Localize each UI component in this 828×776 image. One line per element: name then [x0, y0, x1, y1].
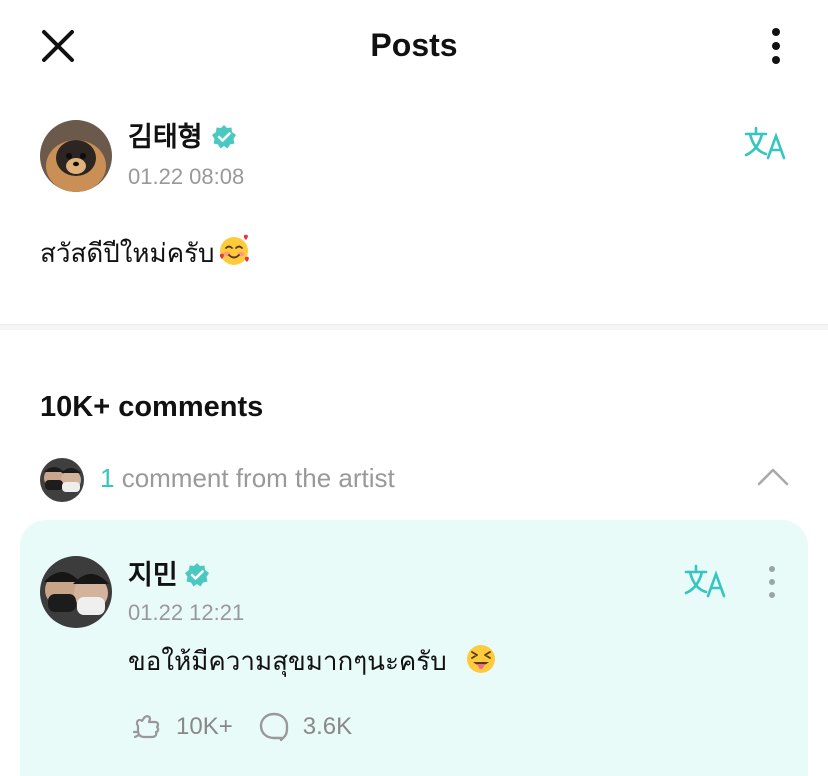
reply-count: 3.6K: [302, 713, 353, 740]
commenter-name[interactable]: 지민: [128, 560, 178, 590]
artist-comment-count: 1: [100, 463, 115, 493]
artist-comments-toggle[interactable]: 1 comment from the artist: [40, 456, 792, 502]
page-title: Posts: [370, 27, 458, 63]
comment-bubble-icon: [259, 712, 288, 742]
like-button[interactable]: 10K+: [130, 710, 233, 744]
author-avatar[interactable]: [40, 120, 112, 192]
artist-avatar-small: [40, 458, 84, 502]
verified-badge-icon: [184, 562, 210, 588]
more-vertical-icon[interactable]: [762, 24, 790, 68]
chevron-up-icon[interactable]: [756, 460, 790, 494]
like-count: 10K+: [176, 713, 233, 740]
top-bar: Posts: [0, 0, 828, 90]
squinting-face-with-tongue-emoji: [464, 642, 498, 676]
artist-comment-label-text: comment from the artist: [114, 463, 395, 493]
like-icon: [132, 715, 160, 739]
translate-icon[interactable]: [744, 124, 790, 164]
artist-comments-label: 1 comment from the artist: [100, 462, 395, 494]
commenter-row: 지민: [128, 560, 210, 590]
author-row: 김태형: [128, 122, 237, 152]
artist-comment-card: 지민 01.22 12:21 ขอให้มีความสุขมากๆนะครับ: [20, 520, 808, 776]
comment-body: ขอให้มีความสุขมากๆนะครับ: [128, 646, 447, 676]
commenter-avatar[interactable]: [40, 556, 112, 628]
more-vertical-icon[interactable]: [760, 564, 784, 604]
post-timestamp: 01.22 08:08: [128, 164, 245, 189]
author-name[interactable]: 김태형: [128, 122, 203, 152]
post-body: สวัสดีปีใหม่ครับ: [40, 238, 215, 268]
verified-badge-icon: [211, 124, 237, 150]
comment-timestamp: 01.22 12:21: [128, 600, 245, 625]
reply-button[interactable]: 3.6K: [257, 710, 352, 744]
translate-icon[interactable]: [684, 562, 730, 602]
smiling-face-with-hearts-emoji: [217, 234, 251, 268]
section-divider: [0, 324, 828, 330]
comments-heading: 10K+ comments: [40, 391, 264, 423]
comment-actions: 10K+ 3.6K: [130, 710, 352, 744]
comment-text: ขอให้มีความสุขมากๆนะครับ: [128, 642, 498, 678]
post-text: สวัสดีปีใหม่ครับ: [40, 234, 251, 270]
